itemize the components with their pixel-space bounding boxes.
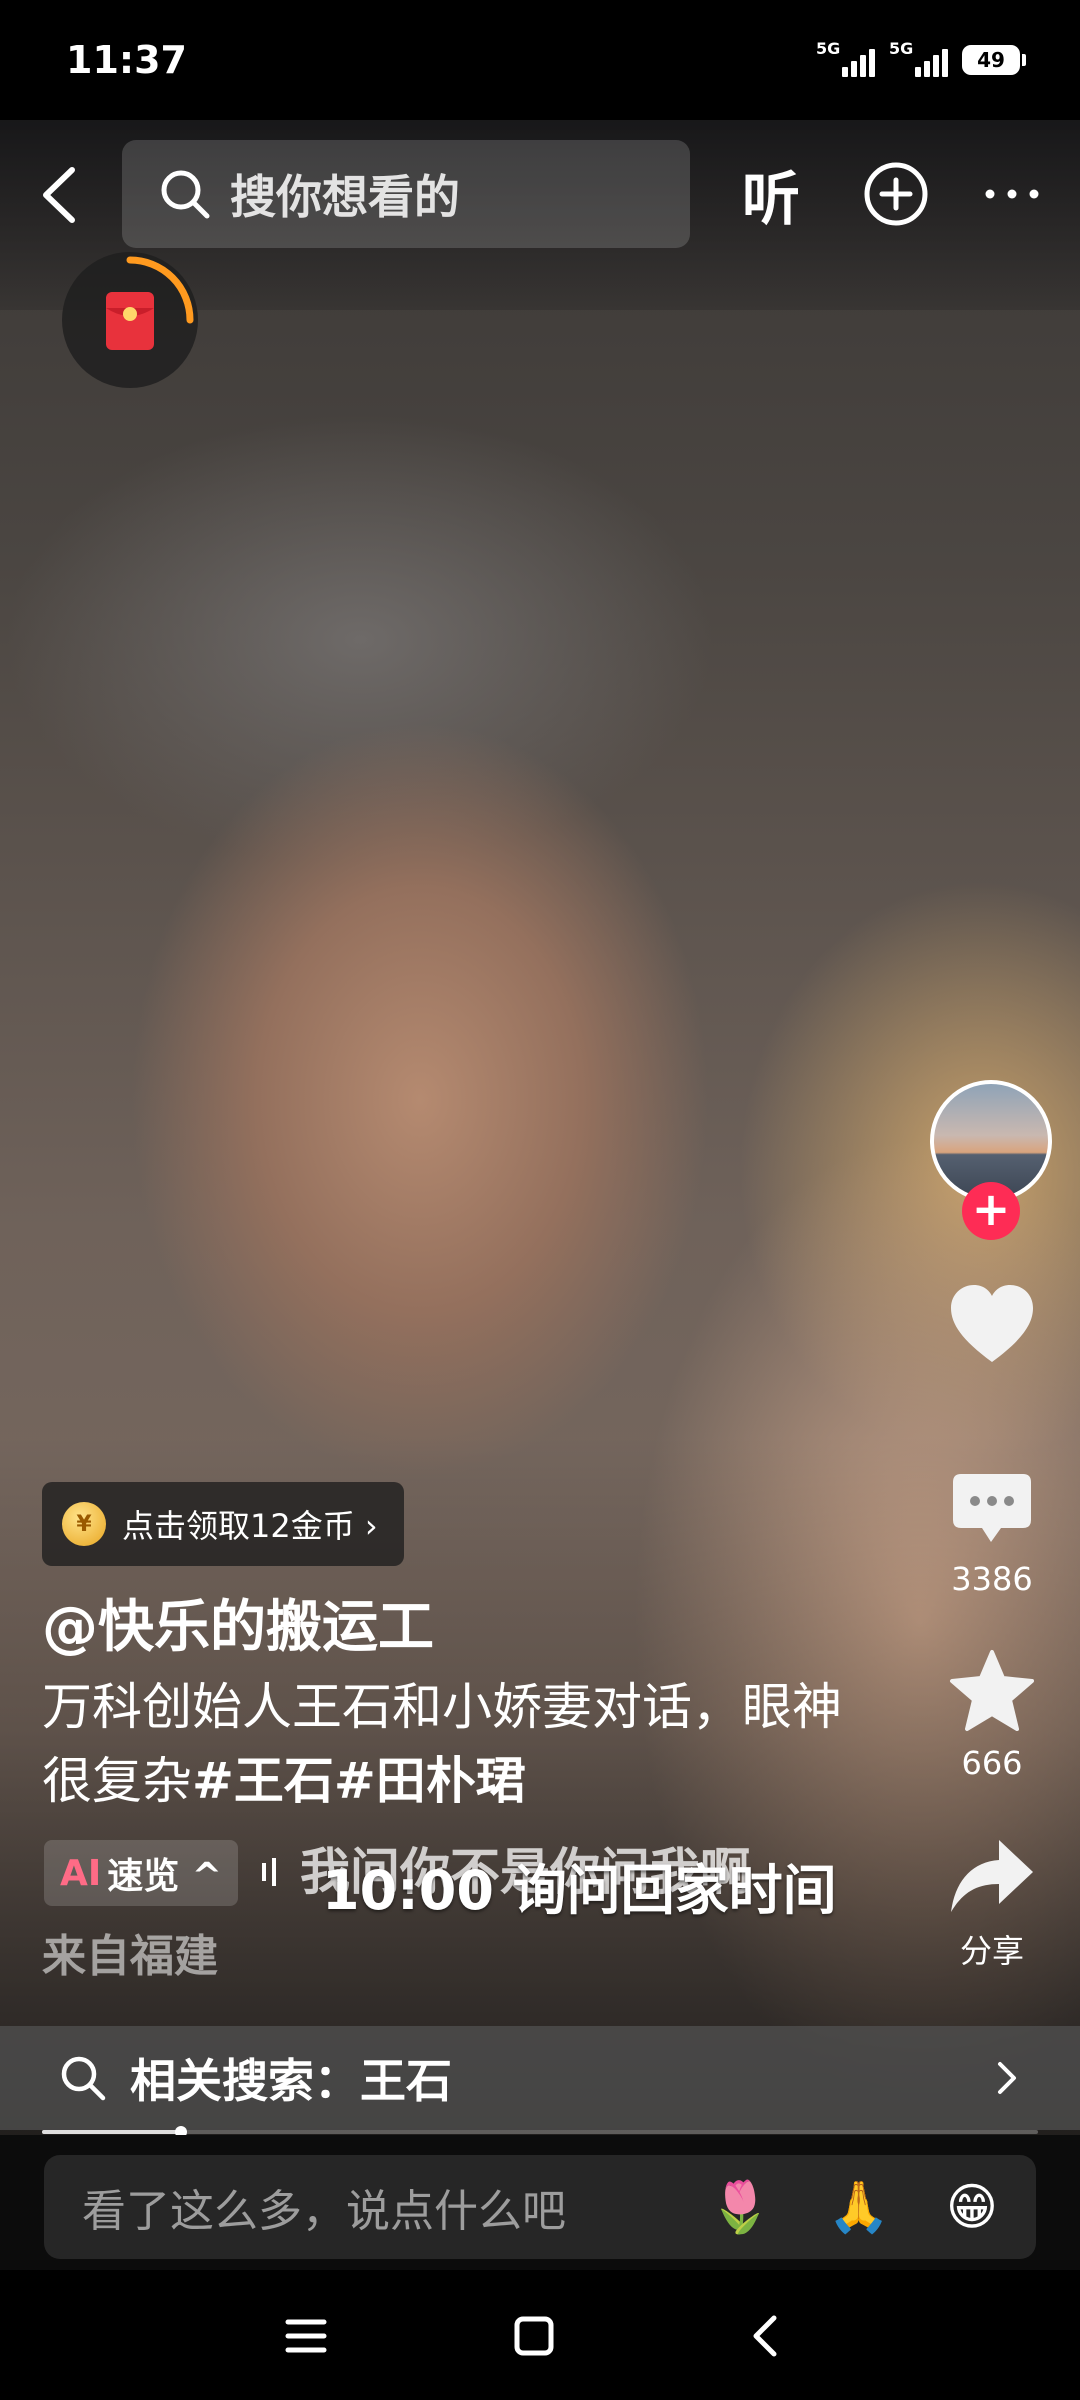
back-chevron-icon — [753, 2315, 777, 2357]
system-nav-bar — [0, 2270, 1080, 2400]
signal-icon-2: 5G — [889, 39, 948, 77]
coin-reward-text: 点击领取12金币 › — [122, 1507, 378, 1545]
status-time: 11:37 — [66, 38, 187, 82]
search-icon — [61, 2056, 106, 2101]
back-arrow-icon — [43, 167, 75, 223]
listen-button[interactable]: 听 — [742, 152, 800, 236]
search-placeholder: 搜你想看的 — [230, 170, 460, 224]
comment-input[interactable]: 看了这么多，说点什么吧 🌷 🙏 😁 — [44, 2155, 1036, 2259]
share-label: 分享 — [959, 1932, 1024, 1970]
network-type-2: 5G — [889, 39, 914, 58]
heart-icon — [951, 1285, 1033, 1362]
more-button[interactable] — [982, 160, 1042, 240]
follow-button[interactable]: + — [962, 1182, 1020, 1240]
like-button[interactable] — [930, 1282, 1054, 1370]
back-button[interactable] — [30, 160, 90, 230]
nav-back-button[interactable] — [736, 2306, 796, 2366]
share-button[interactable]: 分享 — [930, 1836, 1054, 1972]
related-search-label: 相关搜索：王石 — [130, 2054, 452, 2108]
comment-button[interactable]: 3386 — [930, 1470, 1054, 1598]
location-label: 来自福建 — [42, 1931, 218, 1982]
favorite-button[interactable]: 666 — [930, 1648, 1054, 1782]
more-dots-icon — [985, 189, 1039, 199]
status-bar: 11:37 5G 5G 49 — [0, 0, 1080, 120]
grin-emoji-button[interactable]: 😁 — [946, 2178, 998, 2236]
signal-icon-1: 5G — [816, 39, 875, 77]
menu-lines-icon — [285, 2319, 327, 2353]
square-icon — [514, 2316, 554, 2356]
flower-emoji-button[interactable]: 🌷 — [709, 2178, 771, 2237]
video-description: 万科创始人王石和小娇妻对话，眼神很复杂#王石#田朴珺 — [42, 1670, 872, 1818]
audio-wave-icon — [262, 1858, 276, 1886]
recent-apps-button[interactable] — [276, 2306, 336, 2366]
hashtag-tianpujun[interactable]: #田朴珺 — [334, 1752, 526, 1810]
author-name[interactable]: @快乐的搬运工 — [42, 1582, 434, 1663]
chevron-right-icon — [998, 2062, 1016, 2094]
coin-reward-chip[interactable]: ¥ 点击领取12金币 › — [42, 1482, 404, 1566]
ai-summary-label: 速览 ^ — [107, 1856, 222, 1897]
home-button[interactable] — [504, 2306, 564, 2366]
screen: 11:37 5G 5G 49 搜你想看的 听 + 3386 666 分享 ¥ 点… — [0, 0, 1080, 2400]
progress-fill — [42, 2130, 182, 2134]
hashtag-wangshi[interactable]: #王石 — [192, 1752, 334, 1810]
battery-icon: 49 — [962, 45, 1026, 75]
comment-count: 3386 — [951, 1560, 1033, 1598]
comment-area: 看了这么多，说点什么吧 🌷 🙏 😁 — [0, 2135, 1080, 2270]
ai-label: AI — [60, 1852, 102, 1894]
comment-bubble-icon — [953, 1474, 1031, 1542]
related-search-bar[interactable]: 相关搜索：王石 — [0, 2026, 1080, 2130]
battery-level: 49 — [977, 48, 1005, 72]
search-input[interactable]: 搜你想看的 — [122, 140, 690, 248]
add-button[interactable] — [862, 160, 930, 232]
red-packet-icon — [106, 256, 194, 350]
video-progress-bar[interactable] — [42, 2126, 1038, 2138]
video-subtitle-front: 10:00 询问回家时间 — [322, 1859, 837, 1922]
favorite-count: 666 — [961, 1744, 1023, 1782]
pray-emoji-button[interactable]: 🙏 — [828, 2178, 890, 2237]
plus-circle-icon — [864, 162, 928, 226]
share-arrow-icon — [951, 1840, 1033, 1912]
ai-summary-button[interactable]: AI 速览 ^ — [44, 1840, 238, 1906]
status-icons: 5G 5G 49 — [816, 39, 1026, 77]
star-icon — [950, 1650, 1034, 1731]
search-icon — [161, 170, 210, 219]
top-bar: 搜你想看的 听 — [0, 120, 1080, 270]
coin-icon: ¥ — [62, 1502, 106, 1546]
comment-placeholder: 看了这么多，说点什么吧 — [82, 2186, 566, 2237]
red-packet-button[interactable] — [62, 252, 198, 388]
network-type-1: 5G — [816, 39, 841, 58]
